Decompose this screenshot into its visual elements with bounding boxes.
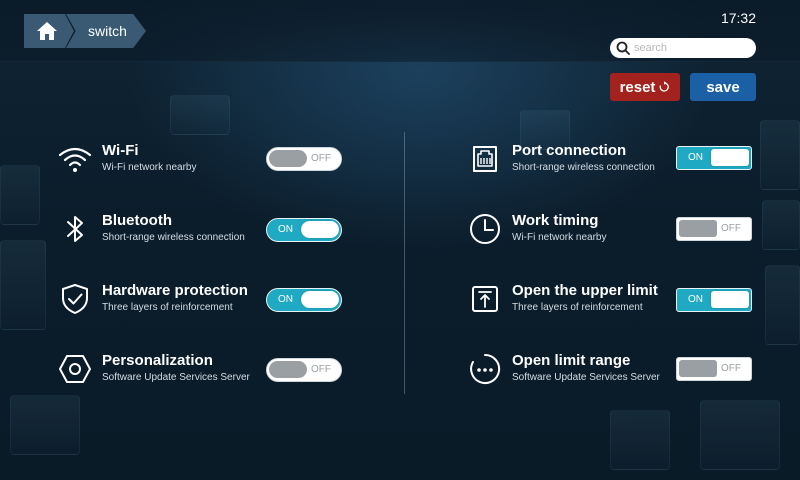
toggle-state: OFF bbox=[311, 364, 331, 375]
setting-title: Wi-Fi bbox=[102, 142, 139, 159]
hexagon-settings-icon bbox=[58, 352, 92, 386]
toggle-knob bbox=[679, 220, 717, 237]
toggle-knob bbox=[711, 291, 749, 308]
toggle-knob bbox=[269, 361, 307, 378]
home-icon bbox=[37, 22, 57, 40]
wifi-toggle[interactable]: OFF bbox=[266, 147, 342, 171]
toggle-state: ON bbox=[278, 224, 293, 235]
search-icon bbox=[616, 41, 630, 55]
clock-icon bbox=[468, 212, 502, 246]
setting-subtitle: Short-range wireless connection bbox=[102, 232, 245, 243]
clock: 17:32 bbox=[720, 10, 756, 26]
bluetooth-icon bbox=[58, 212, 92, 246]
search-input[interactable] bbox=[634, 42, 744, 54]
setting-title: Port connection bbox=[512, 142, 627, 159]
upload-limit-icon bbox=[468, 282, 502, 316]
upper-limit-toggle[interactable]: ON bbox=[676, 288, 752, 312]
setting-title: Hardware protection bbox=[102, 282, 248, 299]
toggle-state: OFF bbox=[721, 223, 741, 234]
setting-title: Open limit range bbox=[512, 352, 631, 369]
setting-subtitle: Wi-Fi network nearby bbox=[102, 162, 197, 173]
setting-subtitle: Short-range wireless connection bbox=[512, 162, 655, 173]
personalization-toggle[interactable]: OFF bbox=[266, 358, 342, 382]
reset-button[interactable]: reset bbox=[610, 73, 680, 101]
refresh-icon bbox=[659, 81, 670, 92]
shield-check-icon bbox=[58, 282, 92, 316]
limit-range-toggle[interactable]: OFF bbox=[676, 357, 752, 381]
toggle-state: ON bbox=[688, 294, 703, 305]
breadcrumb-label: switch bbox=[88, 23, 127, 39]
setting-subtitle: Wi-Fi network nearby bbox=[512, 232, 607, 243]
toggle-knob bbox=[711, 149, 749, 166]
bluetooth-toggle[interactable]: ON bbox=[266, 218, 342, 242]
breadcrumb-current: switch bbox=[66, 14, 146, 48]
setting-subtitle: Software Update Services Server bbox=[512, 372, 660, 383]
wifi-icon bbox=[58, 142, 92, 176]
setting-title: Open the upper limit bbox=[512, 282, 658, 299]
toggle-state: ON bbox=[278, 294, 293, 305]
toggle-state: OFF bbox=[721, 363, 741, 374]
toggle-state: ON bbox=[688, 152, 703, 163]
breadcrumb-home-button[interactable] bbox=[24, 14, 74, 48]
toggle-state: OFF bbox=[311, 153, 331, 164]
column-divider bbox=[404, 132, 405, 394]
port-connection-toggle[interactable]: ON bbox=[676, 146, 752, 170]
work-timing-toggle[interactable]: OFF bbox=[676, 217, 752, 241]
setting-title: Personalization bbox=[102, 352, 213, 369]
hardware-protection-toggle[interactable]: ON bbox=[266, 288, 342, 312]
toggle-knob bbox=[679, 360, 717, 377]
setting-title: Bluetooth bbox=[102, 212, 172, 229]
setting-subtitle: Three layers of reinforcement bbox=[512, 302, 643, 313]
save-label: save bbox=[706, 78, 740, 96]
toggle-knob bbox=[269, 150, 307, 167]
setting-subtitle: Three layers of reinforcement bbox=[102, 302, 233, 313]
more-dots-icon bbox=[468, 352, 502, 386]
setting-title: Work timing bbox=[512, 212, 599, 229]
save-button[interactable]: save bbox=[690, 73, 756, 101]
setting-subtitle: Software Update Services Server bbox=[102, 372, 250, 383]
search-box[interactable] bbox=[610, 38, 756, 58]
ethernet-port-icon bbox=[468, 142, 502, 176]
toggle-knob bbox=[301, 221, 339, 238]
reset-label: reset bbox=[619, 78, 656, 96]
toggle-knob bbox=[301, 291, 339, 308]
